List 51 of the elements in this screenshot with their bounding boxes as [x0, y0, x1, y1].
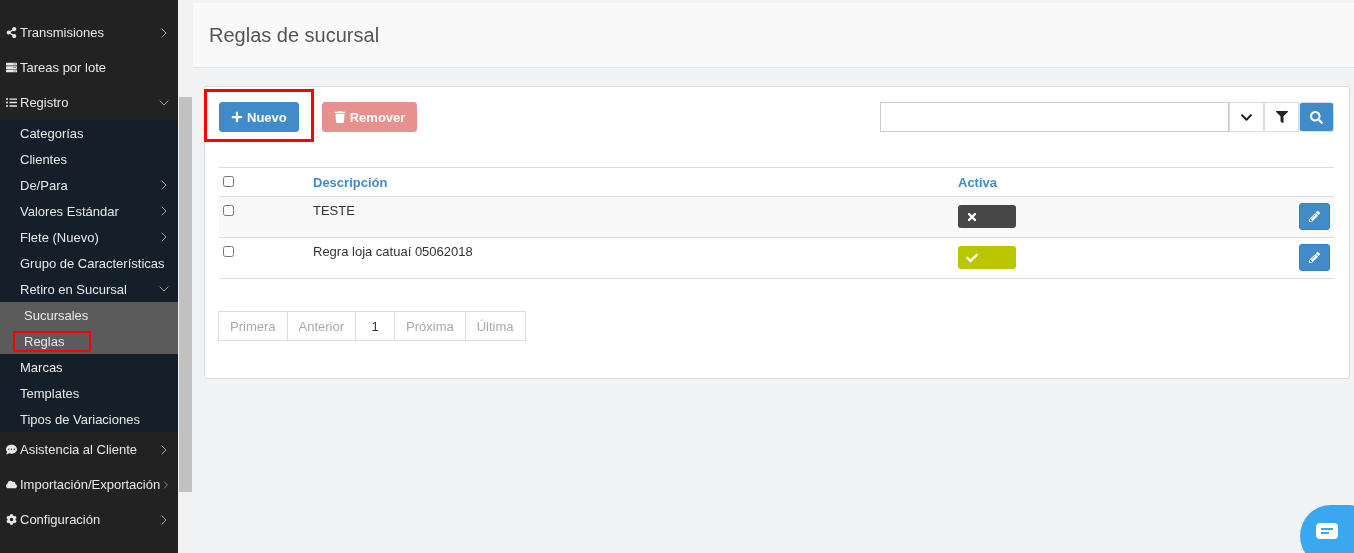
- submenu-item[interactable]: De/Para: [20, 177, 156, 193]
- page-button[interactable]: 1: [355, 311, 396, 341]
- gear-icon: [6, 514, 17, 525]
- table-cell: Regra loja catuaí 05062018: [313, 244, 473, 259]
- submenu-item[interactable]: Retiro en Sucursal: [20, 281, 156, 297]
- submenu-item[interactable]: Categorías: [20, 125, 172, 141]
- submenu-item[interactable]: Templates: [20, 385, 172, 401]
- check-icon: [966, 251, 978, 264]
- search-button[interactable]: [1299, 102, 1334, 132]
- pencil-icon: [1309, 252, 1320, 263]
- search-field[interactable]: [880, 102, 1229, 132]
- filter-button[interactable]: [1264, 102, 1299, 132]
- submenu-item[interactable]: Sucursales: [24, 307, 113, 323]
- submenu-item[interactable]: Flete (Nuevo): [20, 229, 156, 245]
- sidebar-item[interactable]: Importación/Exportación: [6, 477, 161, 492]
- new-button[interactable]: Nuevo: [219, 102, 299, 132]
- pencil-icon: [1309, 211, 1320, 222]
- sidebar-item[interactable]: Transmisiones: [6, 25, 156, 40]
- sidebar-item[interactable]: Registro: [6, 95, 156, 110]
- table-cell: TESTE: [313, 203, 355, 218]
- submenu-item[interactable]: Marcas: [20, 359, 172, 375]
- chat-icon: [6, 444, 17, 455]
- edit-button[interactable]: [1299, 244, 1330, 271]
- submenu-item[interactable]: Clientes: [20, 151, 172, 167]
- share-icon: [6, 27, 17, 38]
- column-header[interactable]: Descripción: [313, 174, 388, 190]
- active-toggle[interactable]: [958, 205, 1016, 228]
- server-icon: [6, 62, 17, 73]
- plus-icon: [231, 111, 243, 123]
- submenu-item[interactable]: Tipos de Variaciones: [20, 411, 172, 427]
- search-icon: [1310, 110, 1323, 124]
- select-all-checkbox[interactable]: [223, 176, 234, 187]
- row-checkbox[interactable]: [223, 205, 234, 216]
- submenu-item[interactable]: Reglas: [16, 333, 89, 349]
- cross-icon: [966, 210, 978, 223]
- filter-icon: [1275, 111, 1288, 123]
- list-icon: [6, 97, 17, 108]
- sidebar-item[interactable]: Configuración: [6, 512, 156, 527]
- active-toggle[interactable]: [958, 246, 1016, 269]
- row-checkbox[interactable]: [223, 246, 234, 257]
- dropdown-button[interactable]: [1229, 102, 1264, 132]
- chat-icon: [1316, 523, 1338, 539]
- edit-button[interactable]: [1299, 203, 1330, 230]
- trash-icon: [333, 111, 346, 123]
- sidebar-item[interactable]: Asistencia al Cliente: [6, 442, 156, 457]
- sidebar-item[interactable]: Tareas por lote: [6, 60, 172, 75]
- page-title: Reglas de sucursal: [209, 23, 380, 47]
- submenu-item[interactable]: Grupo de Características: [20, 255, 172, 271]
- cloud-icon: [6, 479, 17, 490]
- column-header[interactable]: Activa: [958, 174, 998, 190]
- submenu-item[interactable]: Valores Estándar: [20, 203, 156, 219]
